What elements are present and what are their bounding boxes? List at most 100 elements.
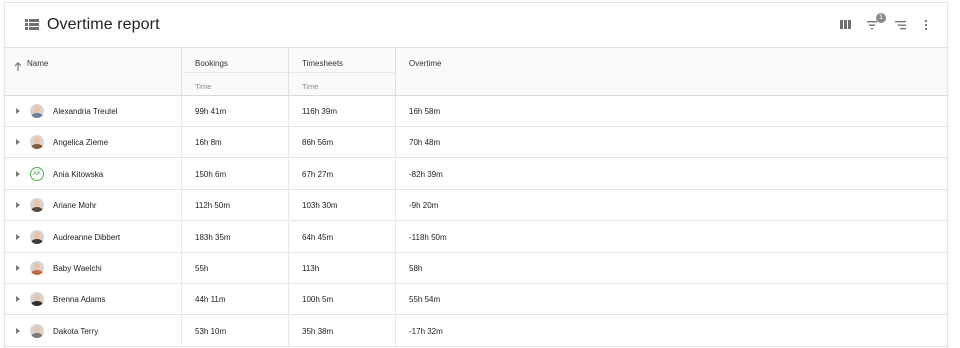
expand-row-icon[interactable] <box>16 202 20 209</box>
column-divider <box>395 96 396 127</box>
column-divider <box>395 221 396 253</box>
page-title: Overtime report <box>47 16 160 33</box>
employee-name: Audreanne Dibbert <box>53 232 121 242</box>
bookings-cell: 150h 6m <box>195 169 227 179</box>
column-header-overtime[interactable]: Overtime <box>409 59 441 68</box>
avatar-body <box>31 144 43 150</box>
overtime-cell: -9h 20m <box>409 201 439 211</box>
column-divider <box>395 158 396 190</box>
avatar <box>30 261 44 275</box>
table-row[interactable]: Angelica Zieme 16h 8m 86h 56m 70h 48m <box>5 127 947 159</box>
column-divider <box>288 284 289 316</box>
expand-row-icon[interactable] <box>16 296 20 303</box>
sort-ascending-icon[interactable] <box>14 58 22 71</box>
column-divider <box>288 253 289 284</box>
avatar-face <box>34 263 40 270</box>
table-row[interactable]: Ariane Mohr 112h 50m 103h 30m -9h 20m <box>5 190 947 222</box>
avatar-body <box>31 332 43 338</box>
column-divider <box>395 48 396 96</box>
avatar <box>30 292 44 307</box>
column-divider <box>288 96 289 127</box>
timesheets-cell: 103h 30m <box>302 201 338 211</box>
bookings-cell: 16h 8m <box>195 138 222 148</box>
report-header: Overtime report 1 <box>5 3 947 47</box>
table-row[interactable]: Brenna Adams 44h 11m 100h 5m 55h 54m <box>5 284 947 316</box>
expand-row-icon[interactable] <box>16 233 20 240</box>
list-icon <box>25 19 39 30</box>
column-divider <box>288 127 289 159</box>
employee-name: Dakota Terry <box>53 326 99 336</box>
bookings-cell: 55h <box>195 264 209 273</box>
column-divider <box>181 221 182 253</box>
column-divider <box>395 127 396 159</box>
overtime-cell: -17h 32m <box>409 326 443 336</box>
avatar-body <box>31 238 43 244</box>
column-divider <box>181 315 182 347</box>
column-subheader-timesheets-time: Time <box>302 82 319 91</box>
table-header: Name Bookings Time Timesheets Time Overt… <box>5 47 947 96</box>
expand-row-icon[interactable] <box>16 139 20 146</box>
overtime-cell: 70h 48m <box>409 138 441 148</box>
avatar <box>30 135 44 150</box>
table-row[interactable]: AK Ania Kitowska 150h 6m 67h 27m -82h 39m <box>5 158 947 190</box>
timesheets-cell: 86h 56m <box>302 138 334 148</box>
avatar: AK <box>30 166 44 181</box>
column-divider <box>395 190 396 222</box>
column-divider <box>288 48 289 96</box>
bookings-cell: 112h 50m <box>195 201 230 211</box>
avatar <box>30 323 44 338</box>
bookings-cell: 99h 41m <box>195 107 227 116</box>
expand-row-icon[interactable] <box>16 327 20 334</box>
more-vert-icon[interactable] <box>923 17 939 33</box>
table-row[interactable]: Alexandria Treutel 99h 41m 116h 39m 16h 58m <box>5 96 947 127</box>
timesheets-cell: 100h 5m <box>302 295 334 305</box>
sort-lines-icon[interactable] <box>895 17 911 33</box>
column-divider <box>288 315 289 347</box>
timesheets-cell: 35h 38m <box>302 326 334 336</box>
bookings-cell: 53h 10m <box>195 326 227 336</box>
bookings-cell: 183h 35m <box>195 232 231 242</box>
column-divider <box>395 315 396 347</box>
table-row[interactable]: Dakota Terry 53h 10m 35h 38m -17h 32m <box>5 315 947 347</box>
column-divider <box>288 158 289 190</box>
column-divider <box>395 284 396 316</box>
avatar <box>30 198 44 213</box>
employee-name: Brenna Adams <box>53 295 106 305</box>
filter-count-badge: 1 <box>876 13 886 23</box>
timesheets-cell: 116h 39m <box>302 107 337 116</box>
columns-icon[interactable] <box>840 17 856 33</box>
avatar-body <box>31 301 43 307</box>
avatar-body <box>31 270 43 275</box>
employee-name: Angelica Zieme <box>53 138 109 148</box>
avatar <box>30 104 44 118</box>
column-header-timesheets[interactable]: Timesheets <box>302 59 343 68</box>
avatar-body <box>31 207 43 213</box>
overtime-cell: 55h 54m <box>409 295 441 305</box>
employee-name: Baby Waelchi <box>53 264 102 273</box>
employee-name: Alexandria Treutel <box>53 107 118 116</box>
avatar <box>30 229 44 244</box>
filter-icon[interactable]: 1 <box>867 13 886 33</box>
table-row[interactable]: Audreanne Dibbert 183h 35m 64h 45m -118h 50… <box>5 221 947 253</box>
avatar-face <box>34 231 40 239</box>
column-divider <box>181 284 182 316</box>
column-divider <box>181 253 182 284</box>
overtime-cell: 16h 58m <box>409 107 441 116</box>
table-row[interactable]: Baby Waelchi 55h 113h 58h <box>5 253 947 284</box>
overtime-cell: -118h 50m <box>409 232 447 242</box>
column-header-bookings[interactable]: Bookings <box>195 59 228 68</box>
column-divider <box>181 158 182 190</box>
column-header-name[interactable]: Name <box>27 59 48 68</box>
column-subheader-bookings-time: Time <box>195 82 212 91</box>
column-divider <box>288 221 289 253</box>
timesheets-cell: 64h 45m <box>302 232 334 242</box>
avatar-face <box>34 325 40 333</box>
expand-row-icon[interactable] <box>16 170 20 177</box>
column-divider <box>288 190 289 222</box>
column-divider <box>181 96 182 127</box>
timesheets-cell: 113h <box>302 264 320 273</box>
expand-row-icon[interactable] <box>16 108 20 114</box>
expand-row-icon[interactable] <box>16 265 20 271</box>
column-divider <box>181 127 182 159</box>
avatar-face <box>34 106 40 113</box>
